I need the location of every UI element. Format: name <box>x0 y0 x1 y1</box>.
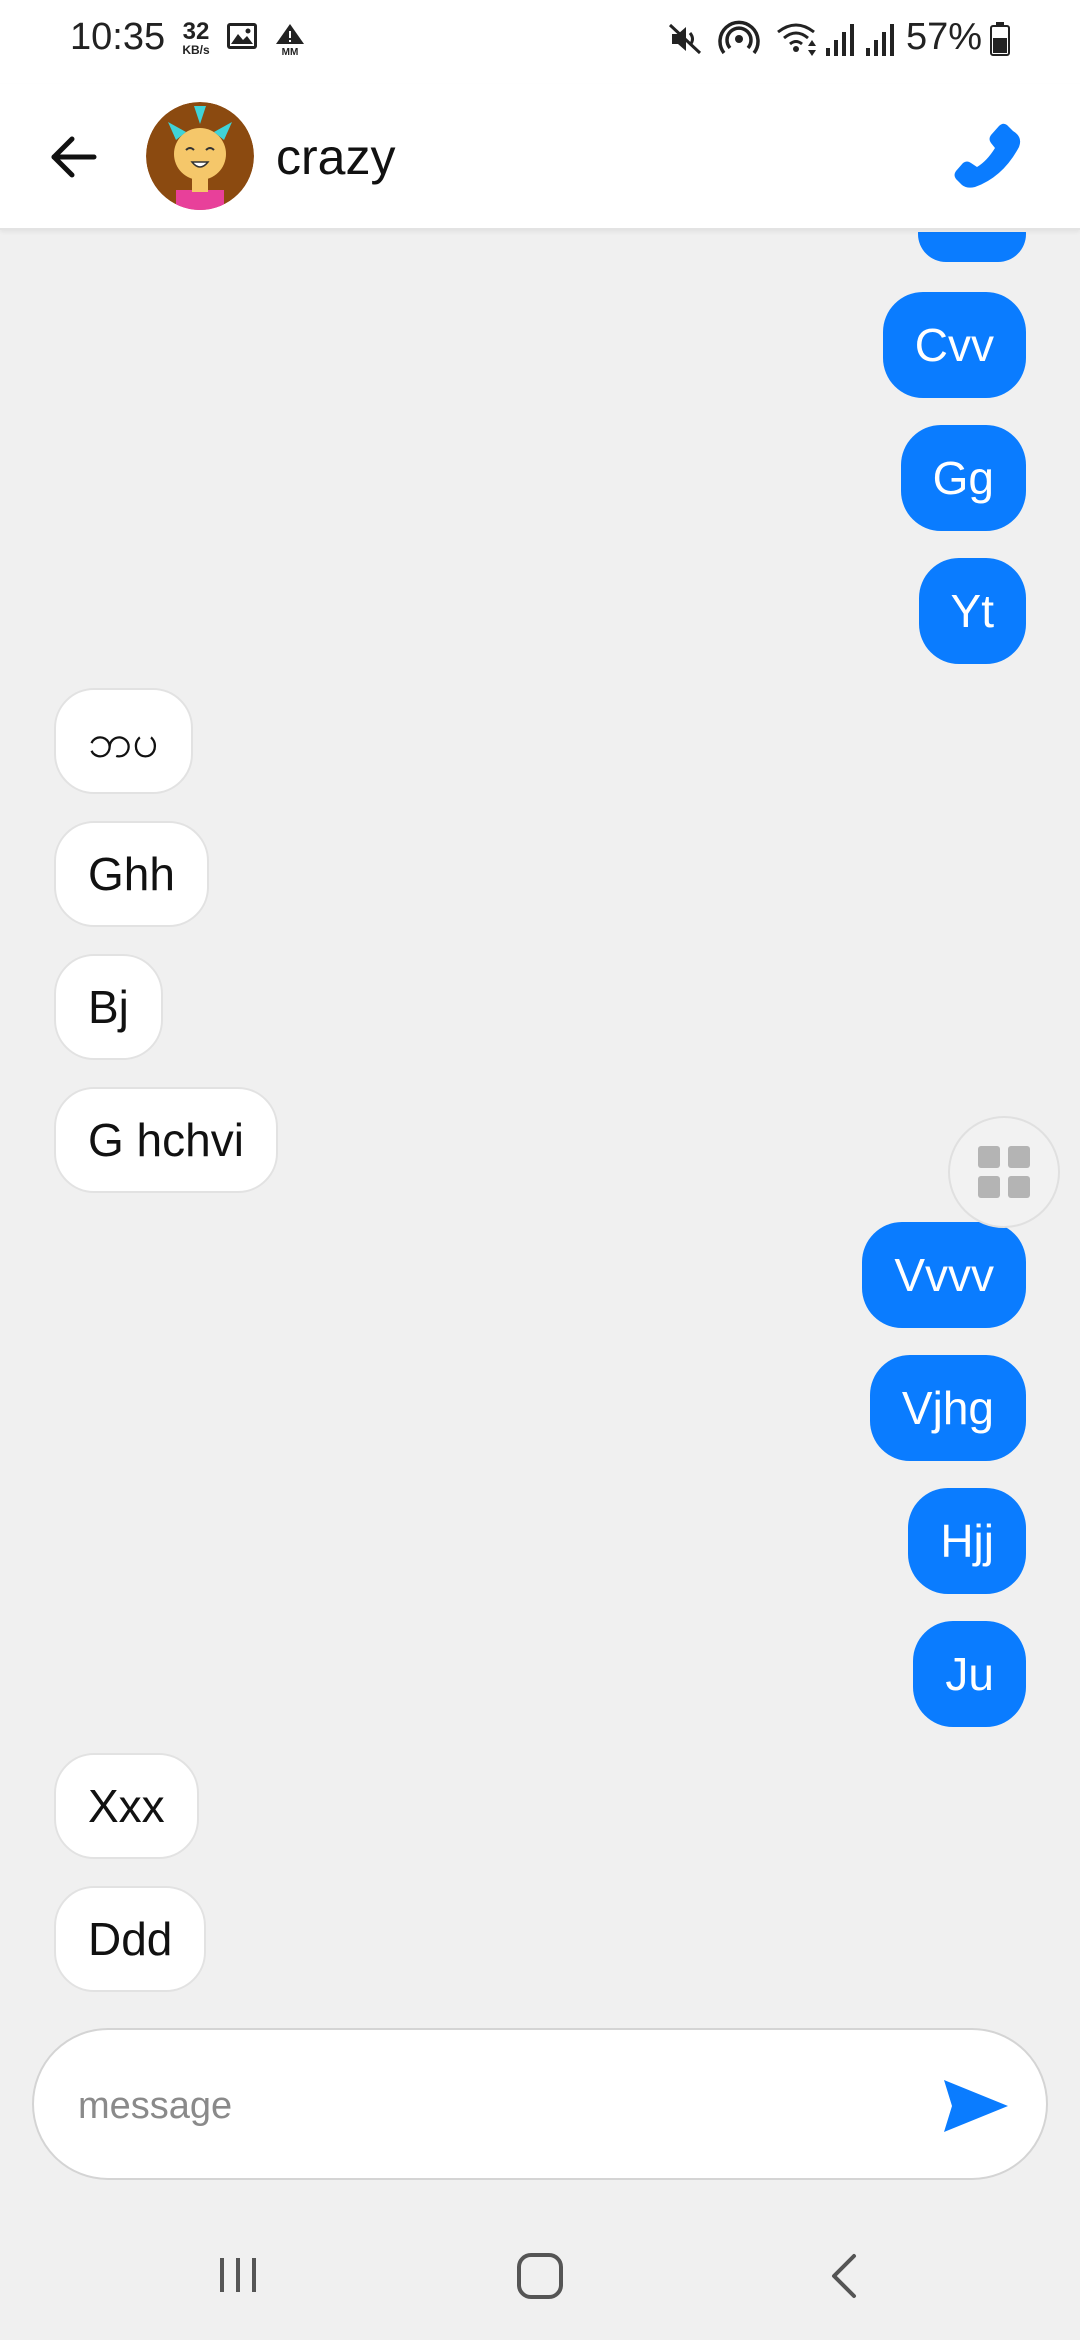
mute-icon <box>668 23 702 55</box>
gallery-icon <box>227 23 257 49</box>
message-bubble-outgoing[interactable]: Cvv <box>882 292 1026 398</box>
grid-menu-button[interactable] <box>948 1116 1060 1228</box>
wifi-icon <box>777 23 816 56</box>
avatar[interactable] <box>146 102 254 210</box>
message-text: Ghh <box>88 848 175 900</box>
message-bubble-outgoing[interactable]: Ju <box>913 1621 1026 1727</box>
message-bubble-incoming[interactable]: Xxx <box>54 1753 199 1859</box>
message-text: Ju <box>945 1648 994 1700</box>
message-text: Ddd <box>88 1913 173 1965</box>
message-text: ဘပ <box>88 715 159 767</box>
recents-icon[interactable] <box>214 2252 262 2298</box>
back-arrow-icon[interactable] <box>40 124 106 190</box>
signal-icon <box>866 24 894 56</box>
home-icon[interactable] <box>514 2250 566 2302</box>
message-bubble-incoming[interactable]: G hchvi <box>54 1087 278 1193</box>
alert-badge-text: MM <box>282 47 299 56</box>
contact-name[interactable]: crazy <box>276 128 395 186</box>
message-text: Vvvv <box>894 1249 994 1301</box>
chat-header: crazy <box>0 84 1080 230</box>
message-bubble-incoming[interactable]: ဘပ <box>54 688 193 794</box>
message-bubble-incoming[interactable]: Ghh <box>54 821 209 927</box>
signal-icon <box>826 24 854 56</box>
network-speed-value: 32 <box>182 18 210 45</box>
phone-icon[interactable] <box>952 120 1024 192</box>
network-speed: 32 KB/s <box>176 18 216 57</box>
system-navigation-bar <box>0 2210 1080 2340</box>
hotspot-icon <box>718 20 760 55</box>
message-text: Yt <box>950 585 994 637</box>
message-text: Vjhg <box>901 1382 994 1434</box>
back-icon[interactable] <box>824 2250 864 2302</box>
send-icon[interactable] <box>940 2070 1012 2142</box>
message-text: Cvv <box>914 319 994 371</box>
message-bubble-incoming[interactable]: Ddd <box>54 1886 207 1992</box>
message-composer <box>32 2028 1048 2180</box>
message-bubble-outgoing[interactable]: Vvvv <box>862 1222 1026 1328</box>
message-text: Hjj <box>940 1515 994 1567</box>
message-input[interactable] <box>78 2066 918 2146</box>
message-text: Gg <box>932 452 994 504</box>
message-list[interactable]: Cvv Gg Yt ဘပ Ghh Bj G hchvi Vvvv Vjhg Hj… <box>0 232 1080 2002</box>
message-bubble-outgoing[interactable]: Yt <box>918 558 1026 664</box>
status-bar: 10:35 32 KB/s MM 57% <box>0 0 1080 84</box>
battery-percent: 57% <box>906 16 983 58</box>
status-time: 10:35 <box>70 16 166 58</box>
alert-icon: MM <box>276 24 304 56</box>
message-bubble-outgoing[interactable]: Hjj <box>908 1488 1026 1594</box>
message-bubble-outgoing[interactable]: Gg <box>900 425 1026 531</box>
message-text: Xxx <box>88 1780 165 1832</box>
message-bubble-outgoing[interactable]: Vjhg <box>869 1355 1026 1461</box>
message-text: G hchvi <box>88 1114 244 1166</box>
network-speed-unit: KB/s <box>182 43 210 57</box>
message-bubble-outgoing-partial[interactable] <box>918 232 1026 262</box>
message-bubble-incoming[interactable]: Bj <box>54 954 163 1060</box>
message-text: Bj <box>88 981 129 1033</box>
battery-icon <box>990 22 1010 56</box>
